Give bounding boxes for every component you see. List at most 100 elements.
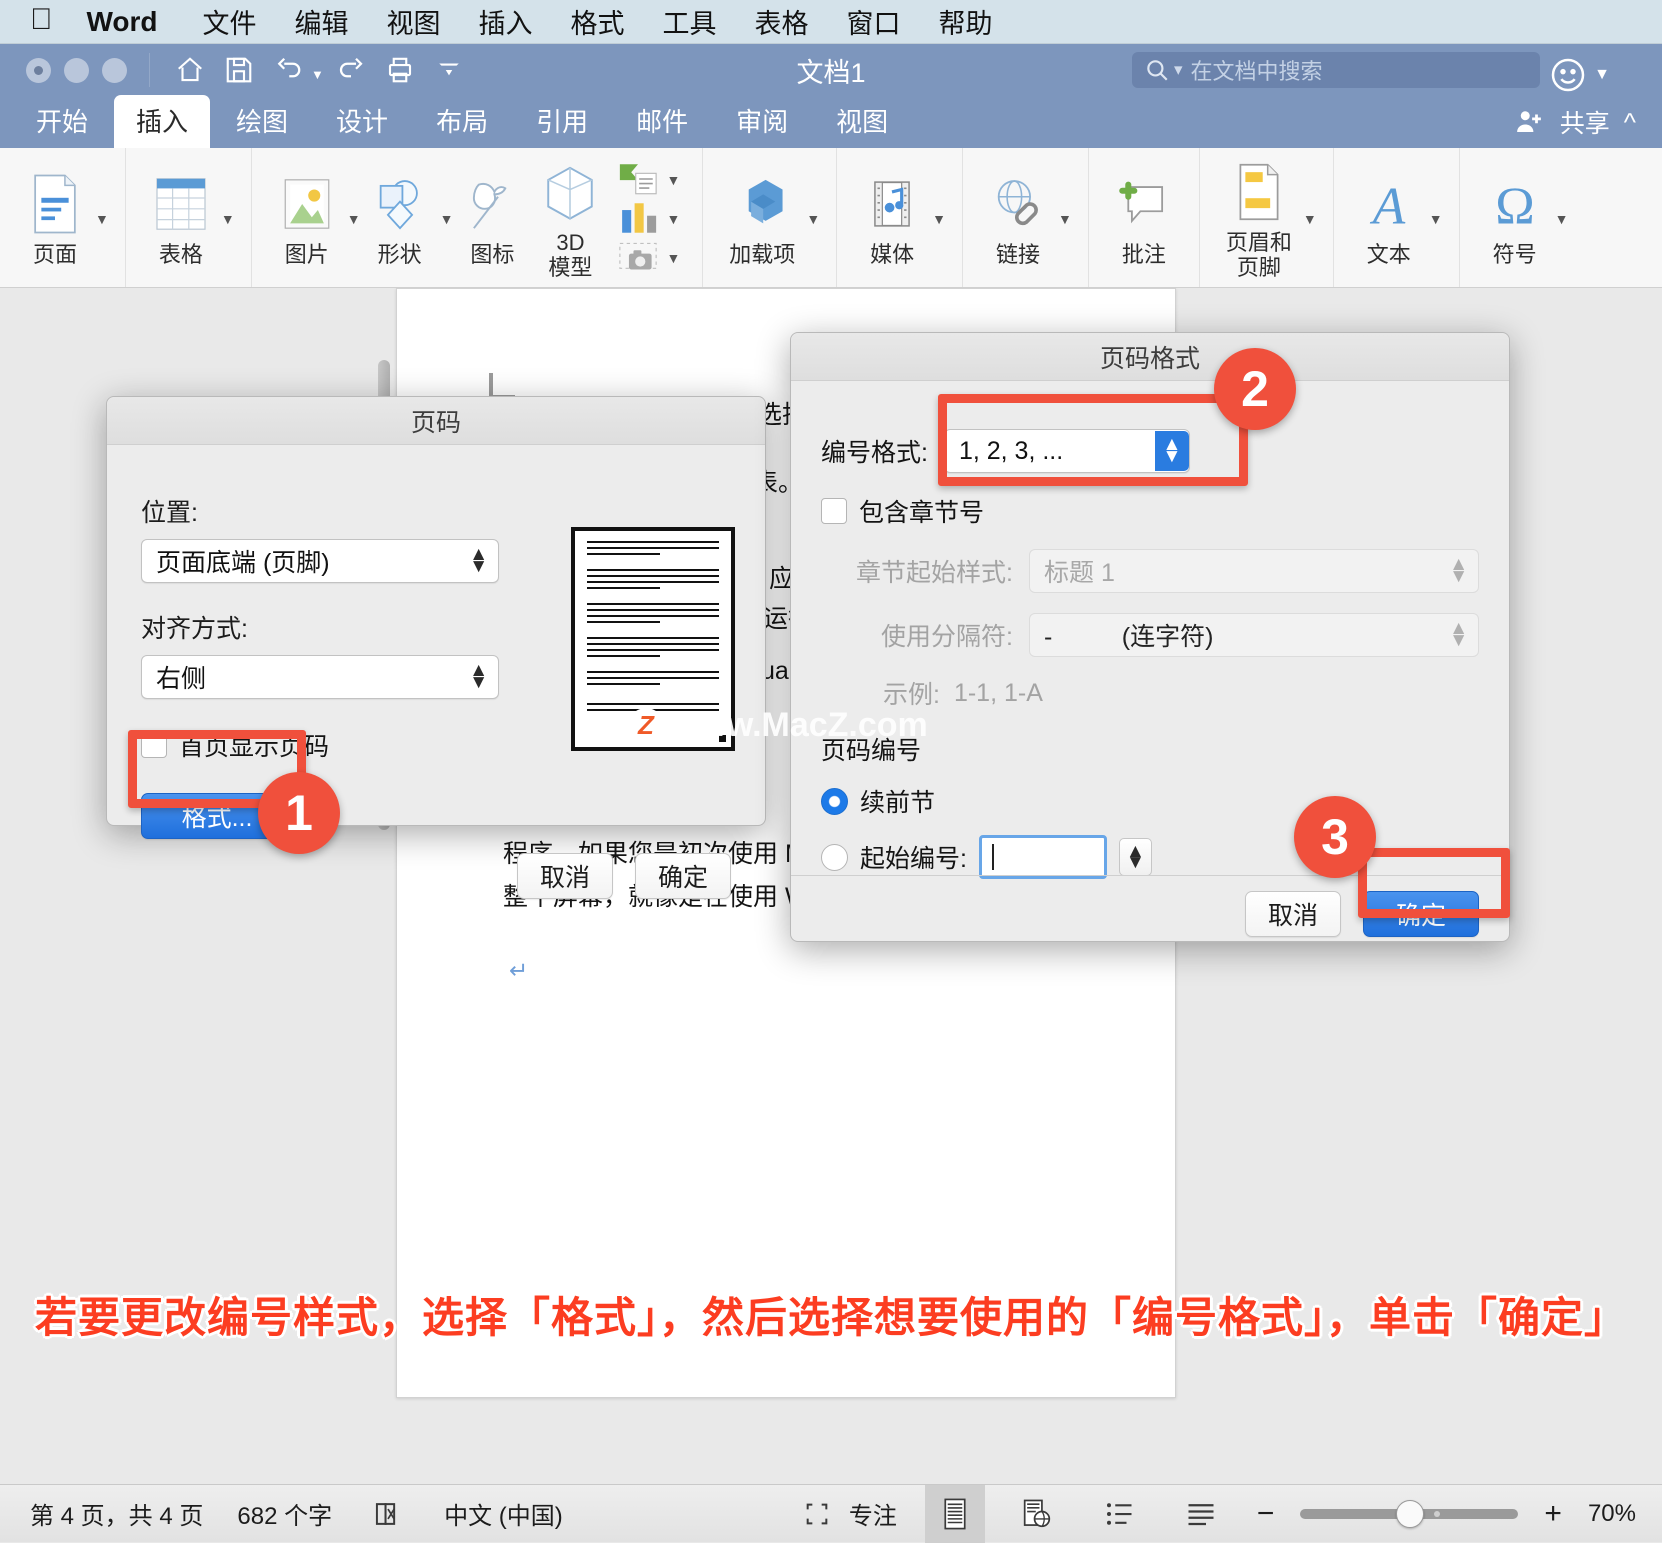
pagenumber-ok-button[interactable]: 确定 xyxy=(635,853,731,899)
include-chapter-checkbox[interactable] xyxy=(821,498,847,524)
shapes-dropdown-icon[interactable]: ▼ xyxy=(440,211,454,227)
headerfooter-dropdown-icon[interactable]: ▼ xyxy=(1303,211,1317,227)
search-input[interactable]: ▾ 在文档中搜索 xyxy=(1132,52,1540,88)
menu-item-file[interactable]: 文件 xyxy=(184,2,276,41)
close-button[interactable] xyxy=(26,57,51,83)
alignment-select[interactable]: 右侧 ▲ ▼ xyxy=(141,655,499,699)
ribbon-button-link[interactable]: 链接 xyxy=(979,167,1057,268)
home-icon[interactable] xyxy=(168,50,212,90)
continue-from-previous-row[interactable]: 续前节 xyxy=(821,783,1479,819)
menu-item-insert[interactable]: 插入 xyxy=(460,2,552,41)
zoom-in-button[interactable]: + xyxy=(1540,1497,1566,1531)
ribbon-button-addins[interactable]: 加载项 xyxy=(719,167,805,268)
start-at-input[interactable] xyxy=(978,835,1107,879)
smartart-icon[interactable] xyxy=(615,162,661,196)
ribbon-button-media[interactable]: 媒体 xyxy=(853,167,931,268)
tab-review[interactable]: 审阅 xyxy=(714,95,810,148)
position-select[interactable]: 页面底端 (页脚) ▲ ▼ xyxy=(141,539,499,583)
page-info[interactable]: 第 4 页，共 4 页 xyxy=(30,1496,203,1531)
ribbon-button-3dmodel[interactable]: 3D 模型 xyxy=(531,155,609,280)
start-at-radio[interactable] xyxy=(821,843,848,871)
menu-item-table[interactable]: 表格 xyxy=(736,2,828,41)
chevron-up-icon[interactable]: ^ xyxy=(1624,107,1636,138)
separator-stepper-icon[interactable]: ▲ ▼ xyxy=(1449,619,1468,649)
chapter-style-stepper-icon[interactable]: ▲ ▼ xyxy=(1449,555,1468,585)
apple-logo-icon[interactable]:  xyxy=(30,4,53,35)
ribbon-button-shapes[interactable]: 形状 xyxy=(361,167,439,268)
view-outline-button[interactable] xyxy=(1089,1485,1149,1543)
maximize-button[interactable] xyxy=(102,57,127,83)
tab-draw[interactable]: 绘图 xyxy=(214,95,310,148)
redo-icon[interactable] xyxy=(329,50,373,90)
view-web-layout-button[interactable] xyxy=(1007,1485,1067,1543)
print-icon[interactable] xyxy=(378,50,422,90)
menu-item-app-name[interactable]: Word xyxy=(87,6,184,38)
ribbon-button-symbol[interactable]: Ω 符号 xyxy=(1476,167,1554,268)
ribbon-button-pages[interactable]: 页面 xyxy=(16,167,94,268)
pagenumber-cancel-button[interactable]: 取消 xyxy=(517,853,613,899)
pageformat-cancel-button[interactable]: 取消 xyxy=(1245,891,1341,937)
screenshot-icon[interactable] xyxy=(615,240,661,274)
smartart-dropdown-icon[interactable]: ▼ xyxy=(666,172,680,188)
chart-icon[interactable] xyxy=(615,201,661,235)
menu-item-edit[interactable]: 编辑 xyxy=(276,2,368,41)
alignment-stepper-icon[interactable]: ▲ ▼ xyxy=(469,661,488,691)
view-print-layout-button[interactable] xyxy=(924,1484,985,1543)
tab-view[interactable]: 视图 xyxy=(814,95,910,148)
share-button[interactable]: 共享 xyxy=(1560,104,1610,140)
chart-dropdown-icon[interactable]: ▼ xyxy=(666,211,680,227)
toolbar-divider xyxy=(149,53,150,87)
zoom-slider[interactable] xyxy=(1300,1499,1519,1528)
chapter-style-row: 章节起始样式: 标题 1 ▲ ▼ xyxy=(821,549,1479,593)
continue-from-previous-radio[interactable] xyxy=(821,787,848,815)
ribbon-button-icons[interactable]: 图标 xyxy=(453,167,531,268)
text-dropdown-icon[interactable]: ▼ xyxy=(1429,211,1443,227)
table-dropdown-icon[interactable]: ▼ xyxy=(221,211,235,227)
chapter-style-select[interactable]: 标题 1 ▲ ▼ xyxy=(1029,549,1479,593)
separator-select[interactable]: - (连字符) ▲ ▼ xyxy=(1029,613,1479,657)
smiley-dropdown-icon[interactable]: ▼ xyxy=(1594,66,1610,84)
menu-item-tools[interactable]: 工具 xyxy=(644,2,736,41)
menu-item-view[interactable]: 视图 xyxy=(368,2,460,41)
ribbon-button-picture[interactable]: 图片 xyxy=(268,167,346,268)
zoom-out-button[interactable]: − xyxy=(1253,1497,1279,1531)
zoom-slider-handle[interactable] xyxy=(1396,1499,1425,1528)
menu-item-window[interactable]: 窗口 xyxy=(828,2,920,41)
tab-insert[interactable]: 插入 xyxy=(114,95,211,148)
zoom-level[interactable]: 70% xyxy=(1588,1500,1636,1528)
undo-icon[interactable] xyxy=(266,50,310,90)
link-dropdown-icon[interactable]: ▼ xyxy=(1058,211,1072,227)
tab-mailings[interactable]: 邮件 xyxy=(614,95,710,148)
view-draft-button[interactable] xyxy=(1171,1485,1231,1543)
language-indicator[interactable]: 中文 (中国) xyxy=(444,1496,563,1531)
start-at-stepper-icon[interactable]: ▲ ▼ xyxy=(1118,837,1152,877)
save-icon[interactable] xyxy=(217,50,261,90)
menu-item-format[interactable]: 格式 xyxy=(552,2,644,41)
position-stepper-icon[interactable]: ▲ ▼ xyxy=(469,545,488,575)
picture-dropdown-icon[interactable]: ▼ xyxy=(347,211,361,227)
ribbon-button-text[interactable]: A 文本 xyxy=(1350,167,1428,268)
ribbon-button-headerfooter[interactable]: 页眉和 页脚 xyxy=(1216,155,1302,280)
word-count[interactable]: 682 个字 xyxy=(237,1496,332,1531)
tab-design[interactable]: 设计 xyxy=(314,95,410,148)
annotation-badge-2: 2 xyxy=(1214,348,1296,430)
feedback-smiley-button[interactable]: ▼ xyxy=(1548,55,1610,95)
media-dropdown-icon[interactable]: ▼ xyxy=(932,211,946,227)
focus-mode-button[interactable]: 专注 xyxy=(797,1496,903,1531)
undo-dropdown-icon[interactable]: ▼ xyxy=(311,67,324,82)
include-chapter-row[interactable]: 包含章节号 xyxy=(821,493,1479,529)
ribbon-button-comment[interactable]: 批注 xyxy=(1105,167,1183,268)
symbol-dropdown-icon[interactable]: ▼ xyxy=(1555,211,1569,227)
customize-toolbar-icon[interactable] xyxy=(427,50,471,90)
pages-dropdown-icon[interactable]: ▼ xyxy=(95,211,109,227)
screenshot-dropdown-icon[interactable]: ▼ xyxy=(666,250,680,266)
menu-item-help[interactable]: 帮助 xyxy=(920,2,1012,41)
addins-dropdown-icon[interactable]: ▼ xyxy=(806,211,820,227)
tab-references[interactable]: 引用 xyxy=(514,95,610,148)
tab-home[interactable]: 开始 xyxy=(14,95,110,148)
ribbon-button-table[interactable]: 表格 xyxy=(142,167,220,268)
zoom-slider-tick xyxy=(1434,1510,1441,1517)
proofing-icon[interactable] xyxy=(366,1499,410,1529)
tab-layout[interactable]: 布局 xyxy=(414,95,510,148)
minimize-button[interactable] xyxy=(64,57,89,83)
